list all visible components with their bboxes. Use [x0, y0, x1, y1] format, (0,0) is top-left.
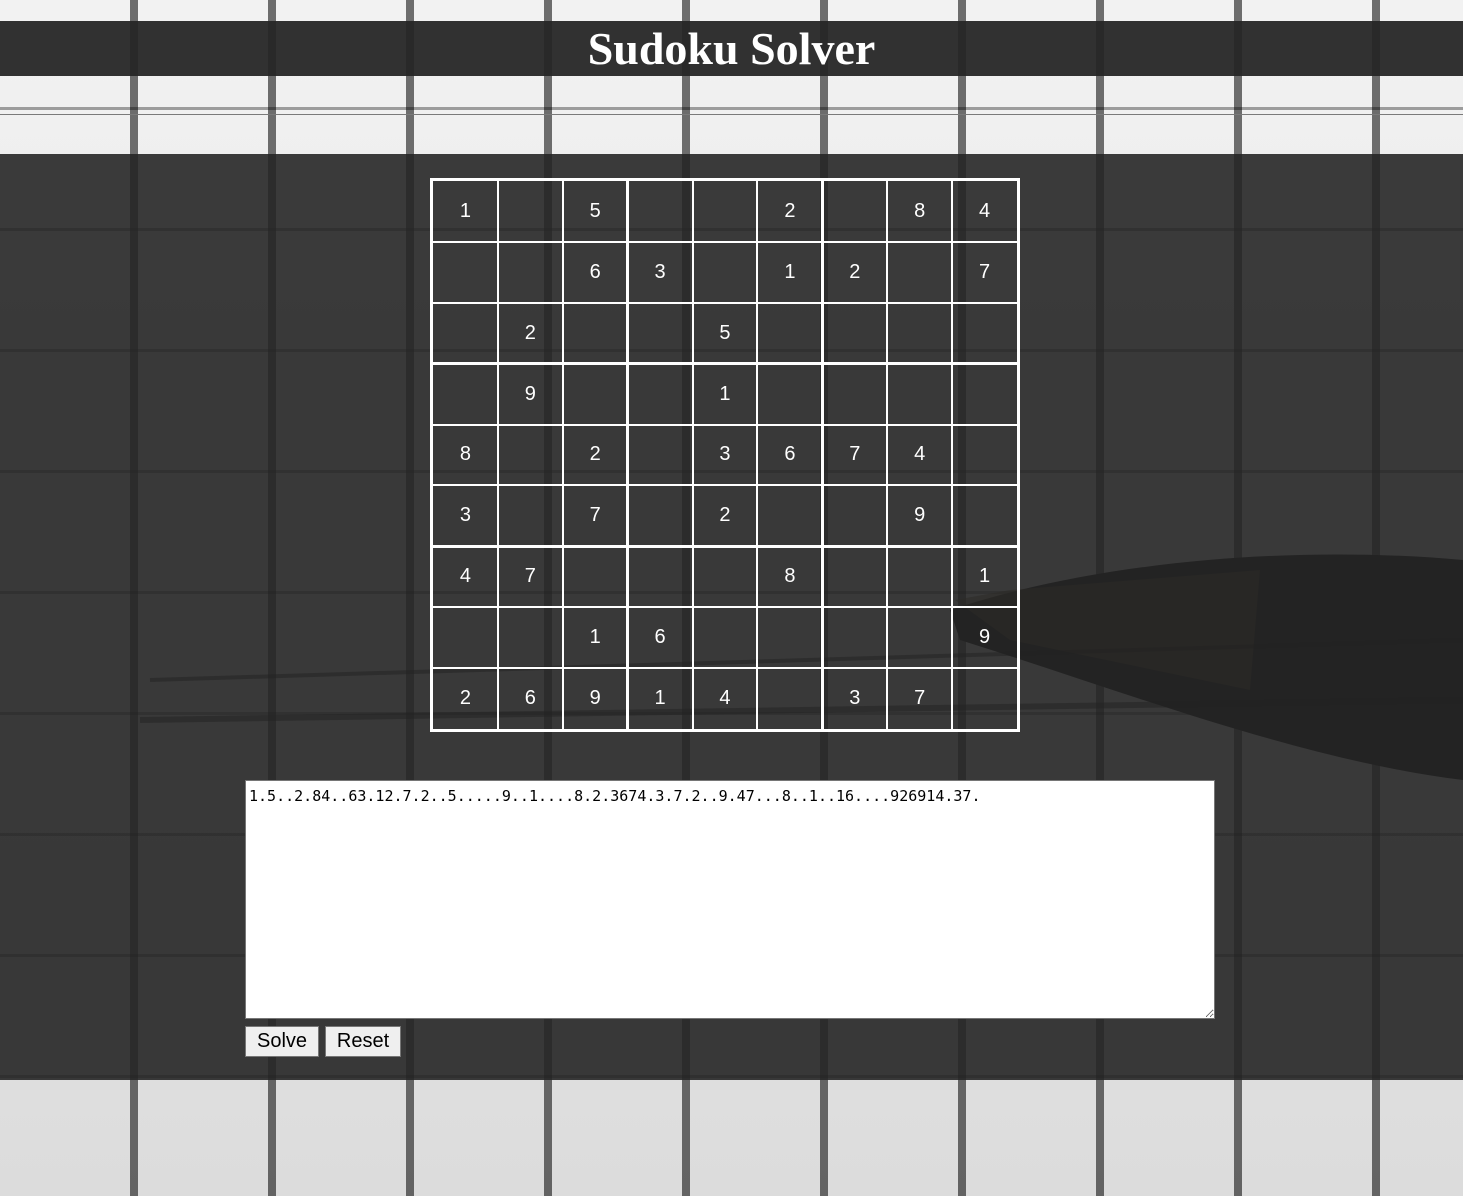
sudoku-cell[interactable] — [757, 485, 822, 546]
sudoku-cell[interactable] — [628, 303, 693, 364]
sudoku-cell[interactable]: 1 — [563, 607, 628, 668]
sudoku-cell[interactable] — [693, 607, 758, 668]
sudoku-cell[interactable]: 4 — [887, 425, 952, 486]
sudoku-cell[interactable] — [563, 303, 628, 364]
sudoku-cell[interactable] — [628, 364, 693, 425]
sudoku-cell[interactable]: 3 — [693, 425, 758, 486]
sudoku-cell[interactable] — [822, 485, 887, 546]
sudoku-cell[interactable]: 6 — [498, 668, 563, 729]
sudoku-cell[interactable]: 9 — [563, 668, 628, 729]
sudoku-cell[interactable] — [498, 181, 563, 242]
sudoku-cell[interactable] — [498, 607, 563, 668]
sudoku-cell[interactable] — [628, 425, 693, 486]
sudoku-cell[interactable] — [952, 425, 1017, 486]
sudoku-cell[interactable]: 1 — [952, 546, 1017, 607]
solve-button[interactable]: Solve — [245, 1026, 319, 1057]
sudoku-cell[interactable]: 7 — [822, 425, 887, 486]
sudoku-cell[interactable]: 8 — [757, 546, 822, 607]
sudoku-cell[interactable] — [498, 425, 563, 486]
sudoku-cell[interactable] — [757, 607, 822, 668]
sudoku-cell[interactable]: 8 — [433, 425, 498, 486]
sudoku-cell[interactable] — [433, 607, 498, 668]
sudoku-cell[interactable]: 3 — [822, 668, 887, 729]
sudoku-cell[interactable]: 2 — [693, 485, 758, 546]
sudoku-cell[interactable] — [433, 364, 498, 425]
sudoku-cell[interactable]: 1 — [757, 242, 822, 303]
sudoku-cell[interactable]: 7 — [563, 485, 628, 546]
sudoku-cell[interactable]: 2 — [822, 242, 887, 303]
title-bar: Sudoku Solver — [0, 21, 1463, 76]
sudoku-cell[interactable] — [433, 242, 498, 303]
sudoku-cell[interactable] — [952, 303, 1017, 364]
sudoku-cell[interactable]: 1 — [433, 181, 498, 242]
sudoku-cell[interactable] — [693, 546, 758, 607]
sudoku-cell[interactable]: 3 — [433, 485, 498, 546]
sudoku-cell[interactable]: 2 — [433, 668, 498, 729]
sudoku-cell[interactable]: 2 — [563, 425, 628, 486]
sudoku-cell[interactable]: 1 — [628, 668, 693, 729]
sudoku-cell[interactable] — [822, 364, 887, 425]
divider — [0, 114, 1463, 115]
sudoku-cell[interactable]: 3 — [628, 242, 693, 303]
sudoku-cell[interactable]: 9 — [887, 485, 952, 546]
sudoku-cell[interactable]: 2 — [498, 303, 563, 364]
sudoku-cell[interactable] — [563, 546, 628, 607]
sudoku-cell[interactable] — [693, 242, 758, 303]
sudoku-cell[interactable] — [822, 546, 887, 607]
sudoku-cell[interactable] — [887, 607, 952, 668]
sudoku-cell[interactable]: 6 — [757, 425, 822, 486]
sudoku-cell[interactable]: 2 — [757, 181, 822, 242]
sudoku-cell[interactable] — [757, 364, 822, 425]
sudoku-cell[interactable] — [757, 668, 822, 729]
sudoku-cell[interactable] — [822, 181, 887, 242]
sudoku-cell[interactable] — [887, 364, 952, 425]
sudoku-cell[interactable]: 4 — [433, 546, 498, 607]
sudoku-cell[interactable]: 4 — [952, 181, 1017, 242]
sudoku-cell[interactable] — [498, 485, 563, 546]
sudoku-cell[interactable] — [628, 485, 693, 546]
sudoku-cell[interactable] — [628, 546, 693, 607]
sudoku-cell[interactable]: 7 — [887, 668, 952, 729]
sudoku-cell[interactable]: 4 — [693, 668, 758, 729]
puzzle-input[interactable] — [245, 780, 1215, 1019]
sudoku-cell[interactable]: 7 — [498, 546, 563, 607]
sudoku-cell[interactable] — [563, 364, 628, 425]
sudoku-cell[interactable] — [887, 546, 952, 607]
sudoku-cell[interactable] — [822, 607, 887, 668]
sudoku-cell[interactable]: 9 — [498, 364, 563, 425]
sudoku-cell[interactable] — [757, 303, 822, 364]
sudoku-cell[interactable]: 5 — [693, 303, 758, 364]
sudoku-cell[interactable]: 5 — [563, 181, 628, 242]
sudoku-cell[interactable] — [693, 181, 758, 242]
sudoku-cell[interactable] — [952, 485, 1017, 546]
sudoku-board: 15284631272591823674372947811692691437 — [430, 178, 1020, 732]
sudoku-cell[interactable] — [952, 668, 1017, 729]
page-title: Sudoku Solver — [587, 23, 876, 74]
sudoku-cell[interactable] — [498, 242, 563, 303]
sudoku-cell[interactable] — [887, 303, 952, 364]
sudoku-cell[interactable] — [822, 303, 887, 364]
sudoku-cell[interactable] — [628, 181, 693, 242]
sudoku-cell[interactable]: 8 — [887, 181, 952, 242]
sudoku-cell[interactable]: 1 — [693, 364, 758, 425]
sudoku-cell[interactable]: 6 — [563, 242, 628, 303]
reset-button[interactable]: Reset — [325, 1026, 401, 1057]
sudoku-cell[interactable]: 9 — [952, 607, 1017, 668]
sudoku-cell[interactable]: 7 — [952, 242, 1017, 303]
sudoku-cell[interactable] — [433, 303, 498, 364]
sudoku-cell[interactable] — [952, 364, 1017, 425]
sudoku-cell[interactable] — [887, 242, 952, 303]
sudoku-cell[interactable]: 6 — [628, 607, 693, 668]
